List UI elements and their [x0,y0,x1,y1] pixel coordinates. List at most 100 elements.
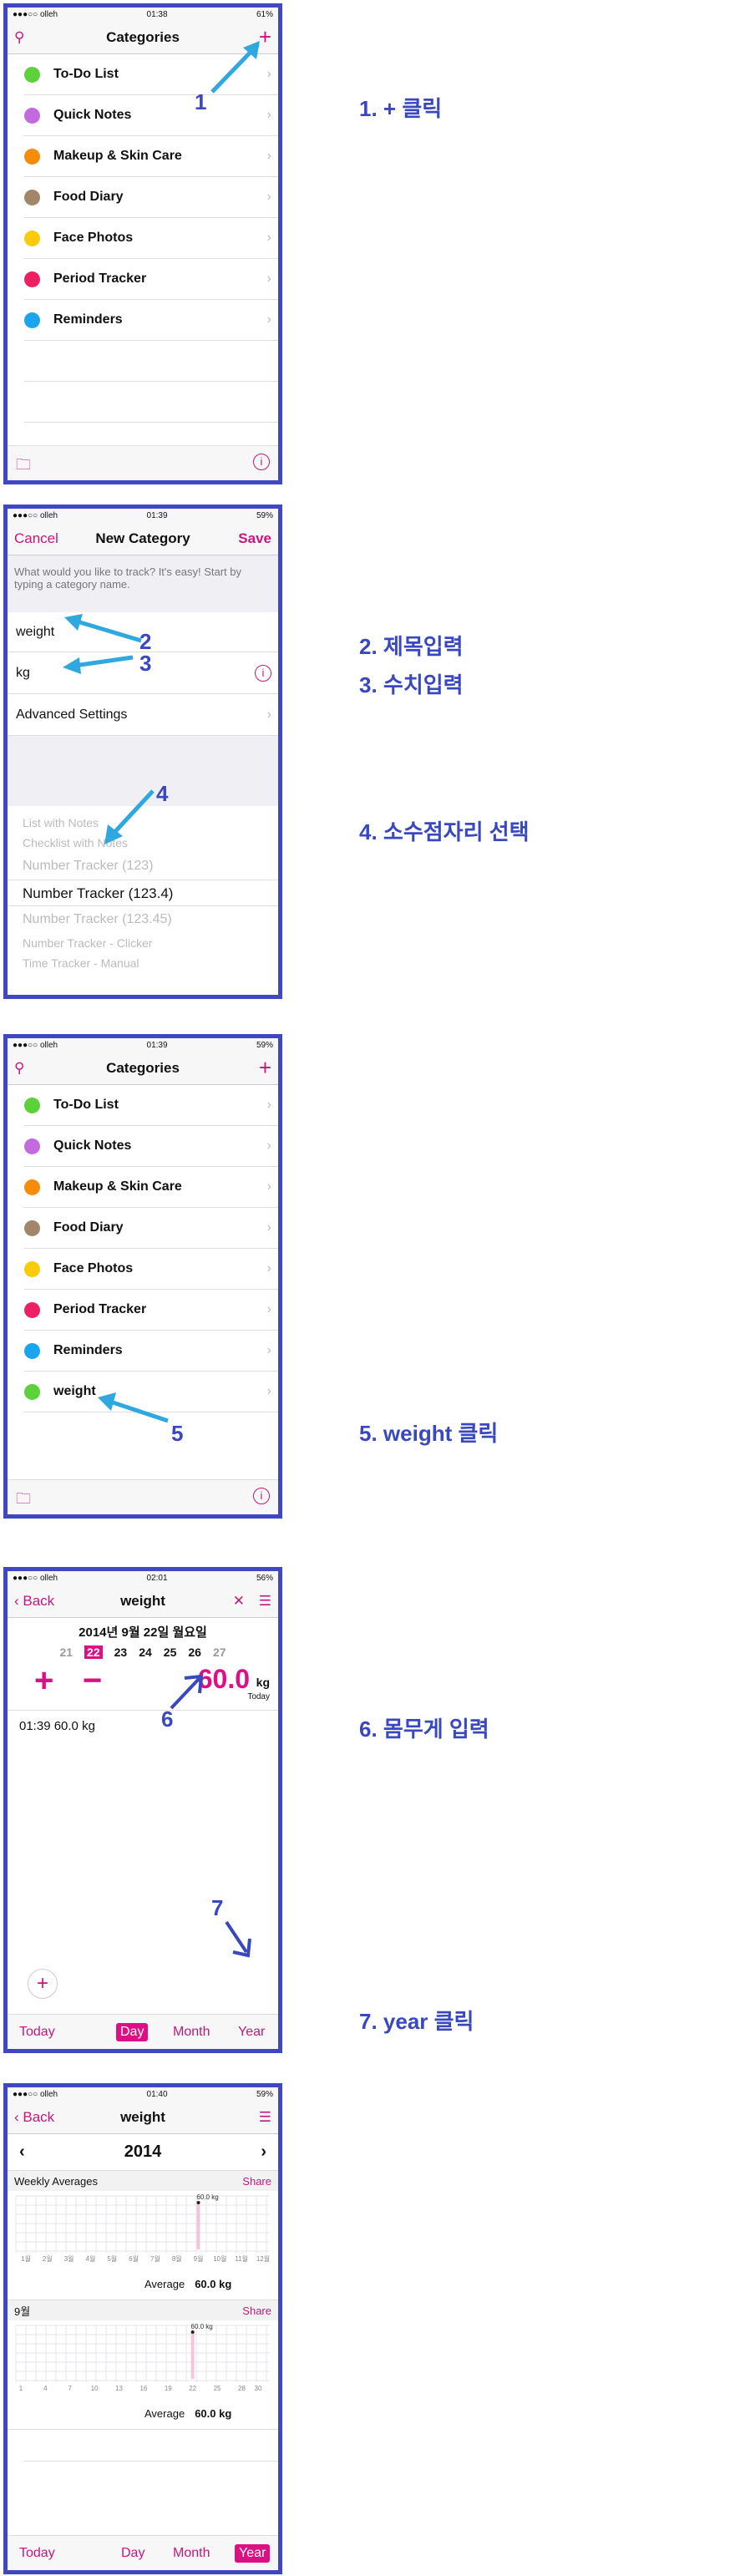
weight-year-screen: ●●●○○ olleh 01:40 59% ‹ Back weight ☰ ‹ 2014 ›… [3,2083,282,2574]
info-icon[interactable]: i [255,664,271,682]
color-dot [24,1138,40,1154]
arrow-annotation [210,41,260,94]
increment-button[interactable]: + [34,1662,53,1700]
page-title: Categories [106,28,180,45]
tab-day[interactable]: Day [121,2546,144,2561]
view-tabs: Today Day Month Year [8,2535,278,2570]
tab-year[interactable]: Year [238,2025,265,2040]
picker-option[interactable]: Number Tracker (123) [8,853,278,880]
save-button[interactable]: Save [238,530,271,547]
clock: 01:40 [146,2089,168,2099]
category-row[interactable]: To-Do List › [24,1085,278,1126]
back-button[interactable]: ‹ Back [14,2109,54,2126]
category-label: Face Photos [53,231,134,245]
decrement-button[interactable]: − [83,1662,102,1700]
data-point [196,2201,200,2204]
category-row[interactable]: Quick Notes › [24,1126,278,1167]
category-row[interactable]: Food Diary › [24,177,278,218]
color-dot [24,1260,40,1277]
previous-year-button[interactable]: ‹ [19,2142,25,2162]
category-row[interactable]: Makeup & Skin Care › [24,136,278,177]
category-label: Makeup & Skin Care [53,1179,182,1194]
menu-icon[interactable]: ☰ [259,1593,271,1610]
weight-day-screen: ●●●○○ olleh 02:01 56% ‹ Back weight ✕ ☰ 2014년… [3,1567,282,2053]
add-button[interactable]: + [259,1055,271,1081]
data-label: 60.0 kg [191,2323,213,2330]
data-point [190,2330,195,2334]
toolbar: 🗀 i [8,445,278,480]
category-row[interactable]: Period Tracker › [24,259,278,300]
picker-option[interactable]: Number Tracker - Clicker [8,933,278,953]
category-label: Period Tracker [53,1302,147,1316]
back-button[interactable]: ‹ Back [14,1593,54,1610]
data-bar [190,2332,195,2379]
day-22[interactable]: 22 [84,1645,103,1659]
share-button[interactable]: Share [242,2175,271,2188]
category-row[interactable]: Food Diary › [24,1208,278,1249]
tab-day[interactable]: Day [116,2022,149,2041]
day-25[interactable]: 25 [164,1645,177,1659]
day-26[interactable]: 26 [188,1645,201,1659]
x-tick-label: 1월 [21,2254,31,2263]
info-icon[interactable]: i [253,454,270,470]
chevron-right-icon: › [266,1220,271,1235]
category-row[interactable]: Face Photos › [24,1249,278,1290]
color-dot [24,107,40,124]
step-label-1: 1. + 클릭 [359,96,443,121]
back-label: Back [23,1592,55,1609]
tab-today[interactable]: Today [19,2025,55,2040]
chevron-right-icon: › [266,1302,271,1316]
carrier: ●●●○○ olleh [13,1573,58,1583]
step-label-4: 4. 소수점자리 선택 [359,819,530,844]
picker-option[interactable]: Number Tracker (123.4) [8,880,278,906]
folder-icon[interactable]: 🗀 [16,454,31,479]
x-tick-label: 5월 [107,2254,117,2263]
add-entry-button[interactable]: + [28,1969,58,1999]
arrow-annotation [98,1392,169,1423]
folder-icon[interactable]: 🗀 [16,1488,31,1514]
search-icon[interactable]: ⚲ [14,1060,24,1077]
arrow-annotation [63,614,142,674]
weekly-averages-title: Weekly Averages [14,2174,98,2188]
category-row[interactable]: Reminders › [24,300,278,341]
average-value: 60.0 kg [195,2278,232,2290]
x-tick-label: 25 [214,2385,221,2392]
x-tick-label: 12월 [256,2254,270,2263]
picker-option[interactable]: Time Tracker - Manual [8,953,278,973]
chevron-right-icon: › [266,1179,271,1194]
day-23[interactable]: 23 [114,1645,128,1659]
tab-today[interactable]: Today [19,2546,55,2561]
search-icon[interactable]: ⚲ [14,29,24,46]
advanced-settings-row[interactable]: Advanced Settings › [8,694,278,736]
x-tick-label: 22 [189,2385,196,2392]
arrow-annotation [225,1920,251,1958]
category-row[interactable]: Period Tracker › [24,1290,278,1331]
empty-row [24,2430,278,2462]
chevron-right-icon: › [266,312,271,327]
status-bar: ●●●○○ olleh 01:40 59% [8,2087,278,2101]
data-label: 60.0 kg [196,2193,218,2201]
next-year-button[interactable]: › [261,2142,266,2162]
clock: 02:01 [146,1573,168,1583]
info-icon[interactable]: i [253,1488,270,1504]
tab-month[interactable]: Month [173,2025,210,2040]
step-label-3: 3. 수치입력 [359,672,464,697]
tab-month[interactable]: Month [173,2546,210,2561]
menu-icon[interactable]: ☰ [259,2109,271,2126]
day-21[interactable]: 21 [59,1645,73,1659]
day-27[interactable]: 27 [213,1645,226,1659]
tab-year[interactable]: Year [235,2543,271,2563]
page-title: weight [120,1592,165,1609]
view-tabs: Today Day Month Year [8,2014,278,2049]
category-row[interactable]: Makeup & Skin Care › [24,1167,278,1208]
entry-row[interactable]: 01:39 60.0 kg [8,1711,278,1742]
day-24[interactable]: 24 [139,1645,152,1659]
category-row[interactable]: Quick Notes › [24,95,278,136]
share-button[interactable]: Share [242,2305,271,2317]
close-icon[interactable]: ✕ [233,1593,245,1610]
status-bar: ●●●○○ olleh 01:39 59% [8,509,278,522]
category-row[interactable]: Face Photos › [24,218,278,259]
cancel-button[interactable]: Cancel [14,530,58,547]
category-row[interactable]: Reminders › [24,1331,278,1372]
picker-option[interactable]: Number Tracker (123.45) [8,906,278,933]
